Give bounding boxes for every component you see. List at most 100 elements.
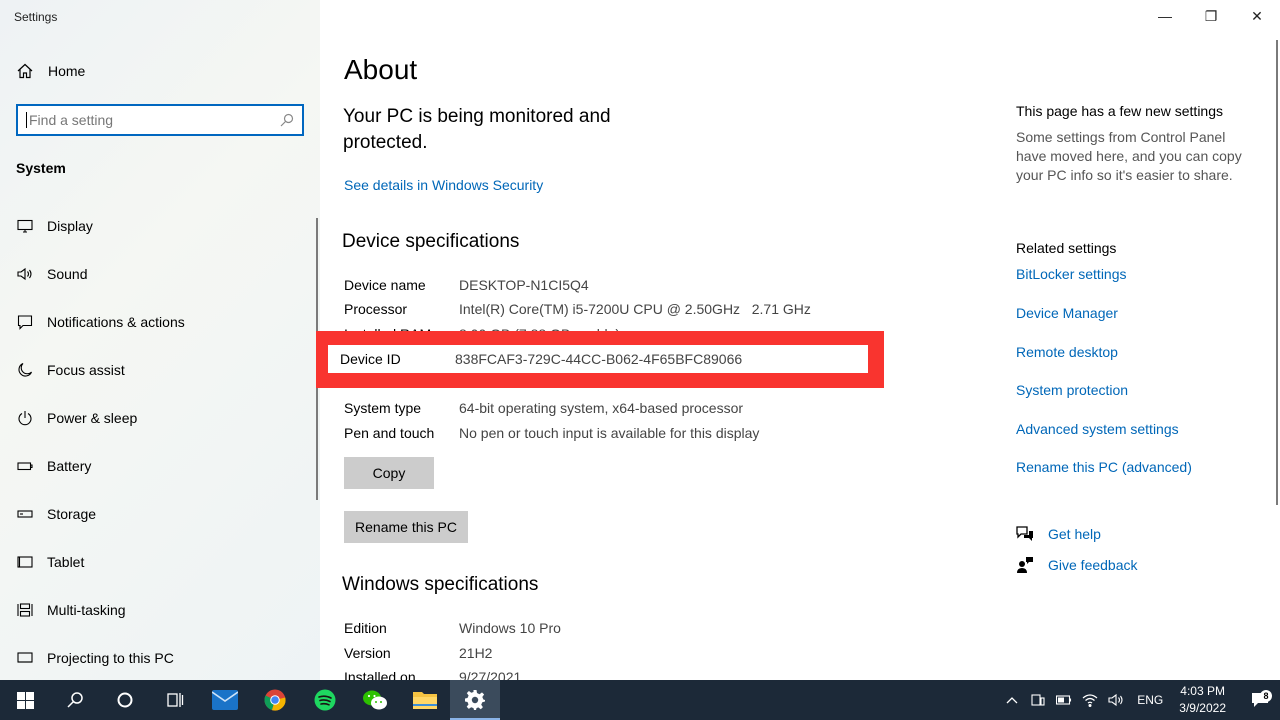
cortana-button[interactable]: [100, 680, 150, 720]
task-view-button[interactable]: [150, 680, 200, 720]
search-icon: [67, 692, 83, 708]
feedback-person-icon: [1017, 557, 1033, 573]
sidebar-item-label: Notifications & actions: [47, 314, 185, 330]
spec-key: Device name: [344, 277, 426, 293]
sidebar-item-battery[interactable]: Battery: [16, 454, 91, 478]
moon-icon: [16, 361, 34, 379]
spec-row-device-id: Device ID 838FCAF3-729C-44CC-B062-4F65BF…: [328, 345, 868, 373]
notifications-icon: [16, 313, 34, 331]
restore-button[interactable]: ❐: [1188, 0, 1234, 32]
get-help-row[interactable]: Get help: [1016, 525, 1101, 543]
tablet-icon: [16, 553, 34, 571]
sidebar-item-notifications[interactable]: Notifications & actions: [16, 310, 185, 334]
notification-count-badge: 8: [1260, 690, 1272, 702]
device-tray-button[interactable]: [1026, 693, 1050, 707]
spec-value: 64-bit operating system, x64-based proce…: [459, 400, 744, 416]
sidebar-item-tablet[interactable]: Tablet: [16, 550, 84, 574]
rename-pc-advanced-link[interactable]: Rename this PC (advanced): [1016, 459, 1192, 475]
chrome-app-button[interactable]: [250, 680, 300, 720]
cortana-icon: [117, 692, 133, 708]
spec-key: Pen and touch: [344, 425, 435, 441]
chrome-icon: [264, 689, 286, 711]
sidebar-item-label: Multi-tasking: [47, 602, 126, 618]
give-feedback-row[interactable]: Give feedback: [1016, 556, 1138, 574]
sidebar-item-label: Sound: [47, 266, 88, 282]
spec-value: 838FCAF3-729C-44CC-B062-4F65BFC89066: [455, 351, 743, 367]
chevron-up-icon: [1006, 697, 1018, 704]
system-protection-link[interactable]: System protection: [1016, 382, 1128, 398]
file-explorer-app-button[interactable]: [400, 680, 450, 720]
main-scrollbar[interactable]: [1276, 40, 1278, 505]
taskbar-search-button[interactable]: [50, 680, 100, 720]
sidebar-item-sound[interactable]: Sound: [16, 262, 87, 286]
app-title: Settings: [14, 10, 58, 24]
copy-button[interactable]: Copy: [344, 457, 434, 489]
settings-icon: [465, 690, 485, 710]
start-button[interactable]: [0, 680, 50, 720]
wechat-app-button[interactable]: [350, 680, 400, 720]
taskbar: ENG 4:03 PM 3/9/2022 8: [0, 680, 1280, 720]
device-id-highlight: Device ID 838FCAF3-729C-44CC-B062-4F65BF…: [316, 331, 884, 388]
spec-row-device-name: Device name DESKTOP-N1CI5Q4: [344, 274, 589, 296]
clock-date: 3/9/2022: [1179, 701, 1226, 715]
input-language-indicator[interactable]: ENG: [1137, 693, 1163, 707]
device-manager-link[interactable]: Device Manager: [1016, 305, 1118, 321]
device-specs-heading: Device specifications: [342, 231, 520, 252]
sidebar-item-display[interactable]: Display: [16, 214, 93, 238]
show-hidden-icons-button[interactable]: [1000, 696, 1024, 704]
advanced-system-settings-link[interactable]: Advanced system settings: [1016, 421, 1179, 437]
sidebar-item-label: Projecting to this PC: [47, 650, 174, 666]
spec-row-version: Version 21H2: [344, 642, 492, 664]
file-explorer-icon: [413, 692, 437, 709]
rename-pc-button[interactable]: Rename this PC: [344, 511, 468, 543]
new-settings-text: Some settings from Control Panel have mo…: [1016, 129, 1242, 183]
wifi-tray-button[interactable]: [1078, 693, 1102, 707]
spec-value: Intel(R) Core(TM) i5-7200U CPU @ 2.50GHz…: [459, 301, 811, 317]
display-icon: [16, 217, 34, 235]
system-tray: ENG 4:03 PM 3/9/2022 8: [999, 680, 1280, 720]
sidebar-item-label: Power & sleep: [47, 410, 138, 426]
wechat-icon: [363, 690, 387, 710]
page-title: About: [344, 54, 418, 85]
spotify-icon: [314, 689, 336, 711]
remote-desktop-link[interactable]: Remote desktop: [1016, 344, 1118, 360]
search-box[interactable]: [16, 104, 304, 136]
give-feedback-link[interactable]: Give feedback: [1048, 557, 1138, 573]
sidebar-item-label: Battery: [47, 458, 92, 474]
clock-time: 4:03 PM: [1180, 684, 1225, 698]
sidebar-home[interactable]: Home: [16, 62, 85, 80]
sidebar-item-projecting[interactable]: Projecting to this PC: [16, 646, 174, 670]
search-input[interactable]: [29, 112, 280, 128]
wifi-icon: [1082, 694, 1098, 707]
spec-value: 21H2: [459, 645, 493, 661]
window-controls: — ❐ ✕: [1142, 0, 1280, 32]
windows-security-link[interactable]: See details in Windows Security: [344, 177, 543, 193]
action-center-button[interactable]: 8: [1240, 690, 1280, 708]
volume-tray-button[interactable]: [1104, 693, 1128, 707]
spotify-app-button[interactable]: [300, 680, 350, 720]
minimize-button[interactable]: —: [1142, 0, 1188, 32]
spec-value: DESKTOP-N1CI5Q4: [459, 277, 589, 293]
spec-row-system-type: System type 64-bit operating system, x64…: [344, 397, 743, 419]
battery-icon: [1056, 695, 1072, 705]
spec-row-edition: Edition Windows 10 Pro: [344, 617, 561, 639]
spec-row-pen-touch: Pen and touch No pen or touch input is a…: [344, 422, 759, 444]
close-button[interactable]: ✕: [1234, 0, 1280, 32]
projecting-icon: [16, 649, 34, 667]
sidebar-item-label: Storage: [47, 506, 97, 522]
sidebar-item-label: Tablet: [47, 554, 85, 570]
sidebar-item-power-sleep[interactable]: Power & sleep: [16, 406, 137, 430]
settings-app-button[interactable]: [450, 680, 500, 720]
bitlocker-settings-link[interactable]: BitLocker settings: [1016, 266, 1127, 282]
sidebar-item-storage[interactable]: Storage: [16, 502, 96, 526]
mail-app-button[interactable]: [200, 680, 250, 720]
section-label-system: System: [16, 160, 66, 176]
sidebar-item-focus-assist[interactable]: Focus assist: [16, 358, 125, 382]
spec-key: Processor: [344, 301, 408, 317]
battery-tray-button[interactable]: [1052, 695, 1076, 705]
get-help-link[interactable]: Get help: [1048, 526, 1101, 542]
task-view-icon: [167, 693, 184, 707]
taskbar-clock[interactable]: 4:03 PM 3/9/2022: [1179, 683, 1226, 717]
protection-status: Your PC is being monitored and protected…: [343, 106, 611, 153]
sidebar-item-multitasking[interactable]: Multi-tasking: [16, 598, 126, 622]
